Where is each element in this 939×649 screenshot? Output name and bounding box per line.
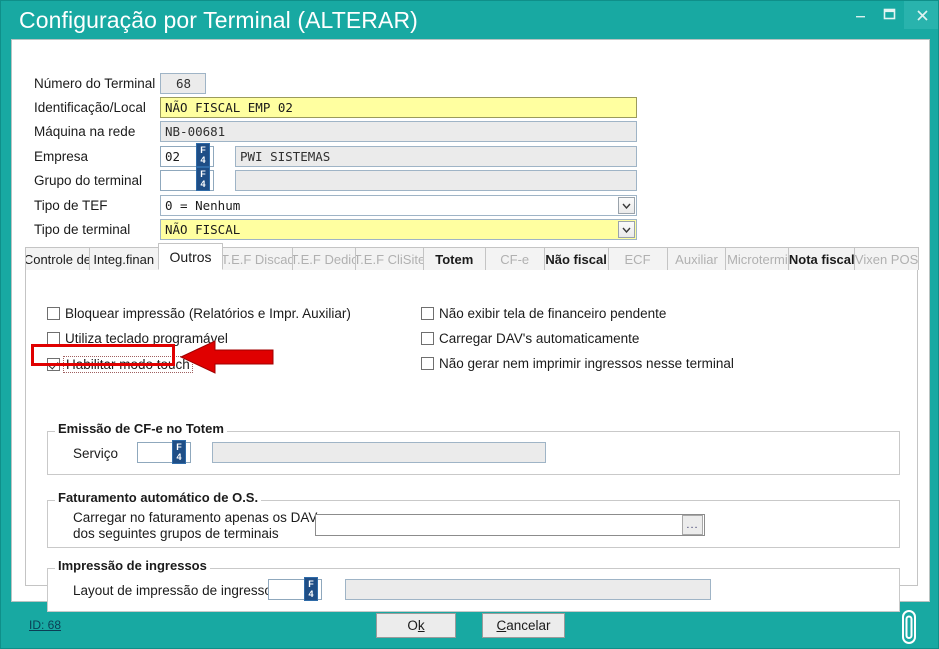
checkbox-label: Carregar DAV's automaticamente <box>439 331 639 346</box>
tab-label: Auxiliar <box>675 252 718 267</box>
tab-cf-e[interactable]: CF-e <box>485 247 545 270</box>
label-carregar-faturamento-line2: dos seguintes grupos de terminais <box>73 525 279 542</box>
checkbox-nao-gerar-imprimir-ingressos[interactable]: Não gerar nem imprimir ingressos nesse t… <box>421 356 734 371</box>
tab-label: Microtermi <box>727 252 788 267</box>
grupo-terminal-lookup-f4-button[interactable]: F 4 <box>196 167 210 191</box>
checkbox-label: Bloquear impressão (Relatórios e Impr. A… <box>65 306 351 321</box>
checkbox-label: Utiliza teclado programável <box>65 331 228 346</box>
tab-label: T.E.F Dedic <box>292 252 356 267</box>
layout-ingresso-lookup-f4-button[interactable]: F 4 <box>304 577 318 601</box>
record-id-link[interactable]: ID: 68 <box>29 618 61 632</box>
maximize-button[interactable] <box>875 1 904 27</box>
window-title: Configuração por Terminal (ALTERAR) <box>19 7 418 34</box>
field-servico-description <box>212 442 546 463</box>
tab-label: T.E.F Discad <box>222 252 293 267</box>
tab-auxiliar[interactable]: Auxiliar <box>667 247 727 270</box>
checkbox-carregar-davs-automaticamente[interactable]: Carregar DAV's automaticamente <box>421 331 639 346</box>
chevron-down-icon-tipo-terminal[interactable] <box>618 221 635 238</box>
tab-label: Integ.finan <box>93 252 154 267</box>
label-tipo-terminal: Tipo de terminal <box>34 219 130 240</box>
tab-label: Totem <box>435 252 473 267</box>
tab-label: Outros <box>170 249 212 265</box>
checkbox-box <box>421 332 434 345</box>
cancel-button-label: Cancelar <box>496 618 550 633</box>
tab-label: CF-e <box>500 252 529 267</box>
checkbox-box <box>421 307 434 320</box>
checkbox-box <box>47 358 60 371</box>
tab-controle-de[interactable]: Controle de <box>25 247 90 270</box>
checkbox-box <box>421 357 434 370</box>
checkbox-box <box>47 307 60 320</box>
checkbox-bloquear-impressao[interactable]: Bloquear impressão (Relatórios e Impr. A… <box>47 306 351 321</box>
field-maquina-na-rede[interactable]: NB-00681 <box>160 121 637 142</box>
label-empresa: Empresa <box>34 146 88 167</box>
browse-grupos-terminais-button[interactable]: ... <box>682 515 703 535</box>
group-body: Layout de impressão de ingresso F 4 <box>47 568 900 612</box>
tab-microtermi[interactable]: Microtermi <box>725 247 789 270</box>
minimize-button[interactable] <box>846 1 875 33</box>
tab-label: T.E.F CliSite <box>355 252 424 267</box>
tab-nota-fiscal[interactable]: Nota fiscal <box>788 247 855 270</box>
field-empresa-description: PWI SISTEMAS <box>235 146 637 167</box>
tab-label: Não fiscal <box>545 252 606 267</box>
ok-button-label: Ok <box>407 618 424 633</box>
tab-t-e-f-clisite[interactable]: T.E.F CliSite <box>355 247 424 270</box>
label-numero-terminal: Número do Terminal <box>34 73 155 94</box>
title-bar: Configuração por Terminal (ALTERAR) <box>1 1 939 41</box>
checkbox-habilitar-modo-touch[interactable]: Habilitar modo touch <box>47 356 193 373</box>
window-controls <box>846 1 939 31</box>
close-button[interactable] <box>904 1 939 29</box>
checkbox-label: Não gerar nem imprimir ingressos nesse t… <box>439 356 734 371</box>
select-tipo-terminal[interactable]: NÃO FISCAL <box>160 219 637 240</box>
checkbox-utiliza-teclado-programavel[interactable]: Utiliza teclado programável <box>47 331 228 346</box>
label-tipo-tef: Tipo de TEF <box>34 195 108 216</box>
tab-vixen-pos[interactable]: Vixen POS <box>854 247 919 270</box>
select-tipo-tef[interactable]: 0 = Nenhum <box>160 195 637 216</box>
empresa-lookup-f4-button[interactable]: F 4 <box>196 143 210 167</box>
tab-label: Controle de <box>25 252 90 267</box>
checkbox-label: Não exibir tela de financeiro pendente <box>439 306 666 321</box>
tab-outros[interactable]: Outros <box>158 243 224 270</box>
tab-ecf[interactable]: ECF <box>608 247 668 270</box>
tab-panel-outros: Bloquear impressão (Relatórios e Impr. A… <box>25 268 918 586</box>
group-body: Carregar no faturamento apenas os DAVs d… <box>47 500 900 548</box>
checkbox-label: Habilitar modo touch <box>63 356 193 373</box>
field-identificacao-local[interactable]: NÃO FISCAL EMP 02 <box>160 97 637 118</box>
label-identificacao-local: Identificação/Local <box>34 97 146 118</box>
cancel-button[interactable]: Cancelar <box>482 613 565 638</box>
field-numero-terminal[interactable]: 68 <box>160 73 206 94</box>
chevron-down-icon-tipo-tef[interactable] <box>618 197 635 214</box>
label-layout-impressao-ingresso: Layout de impressão de ingresso <box>73 582 272 599</box>
field-grupo-terminal-description <box>235 170 637 191</box>
label-carregar-faturamento-line1: Carregar no faturamento apenas os DAVs <box>73 509 324 526</box>
paperclip-icon[interactable] <box>896 607 922 647</box>
checkbox-box <box>47 332 60 345</box>
servico-lookup-f4-button[interactable]: F 4 <box>172 440 186 464</box>
field-grupos-terminais[interactable] <box>315 514 705 536</box>
group-title: Impressão de ingressos <box>55 558 210 573</box>
tab-label: ECF <box>625 252 651 267</box>
tab-totem[interactable]: Totem <box>423 247 486 270</box>
tab-n-o-fiscal[interactable]: Não fiscal <box>544 247 609 270</box>
tab-label: Nota fiscal <box>789 252 855 267</box>
checkbox-nao-exibir-tela-financeiro[interactable]: Não exibir tela de financeiro pendente <box>421 306 666 321</box>
tab-t-e-f-discad[interactable]: T.E.F Discad <box>222 247 293 270</box>
tab-t-e-f-dedic[interactable]: T.E.F Dedic <box>292 247 356 270</box>
label-grupo-terminal: Grupo do terminal <box>34 170 142 191</box>
tab-integ-finan[interactable]: Integ.finan <box>89 247 159 270</box>
group-title: Faturamento automático de O.S. <box>55 490 261 505</box>
field-layout-ingresso-description <box>345 579 711 600</box>
ok-button[interactable]: Ok <box>376 613 456 638</box>
terminal-configuration-window: Configuração por Terminal (ALTERAR) Núme… <box>0 0 939 649</box>
client-area: Número do Terminal 68 Identificação/Loca… <box>11 39 930 602</box>
group-body: Serviço F 4 <box>47 431 900 475</box>
label-maquina-na-rede: Máquina na rede <box>34 121 135 142</box>
group-title: Emissão de CF-e no Totem <box>55 421 227 436</box>
header-form: Número do Terminal 68 Identificação/Loca… <box>12 40 931 240</box>
tab-strip: Controle deInteg.finan Outros T.E.F Discad… <box>25 245 918 270</box>
tab-label: Vixen POS <box>855 252 918 267</box>
label-servico: Serviço <box>73 445 118 462</box>
